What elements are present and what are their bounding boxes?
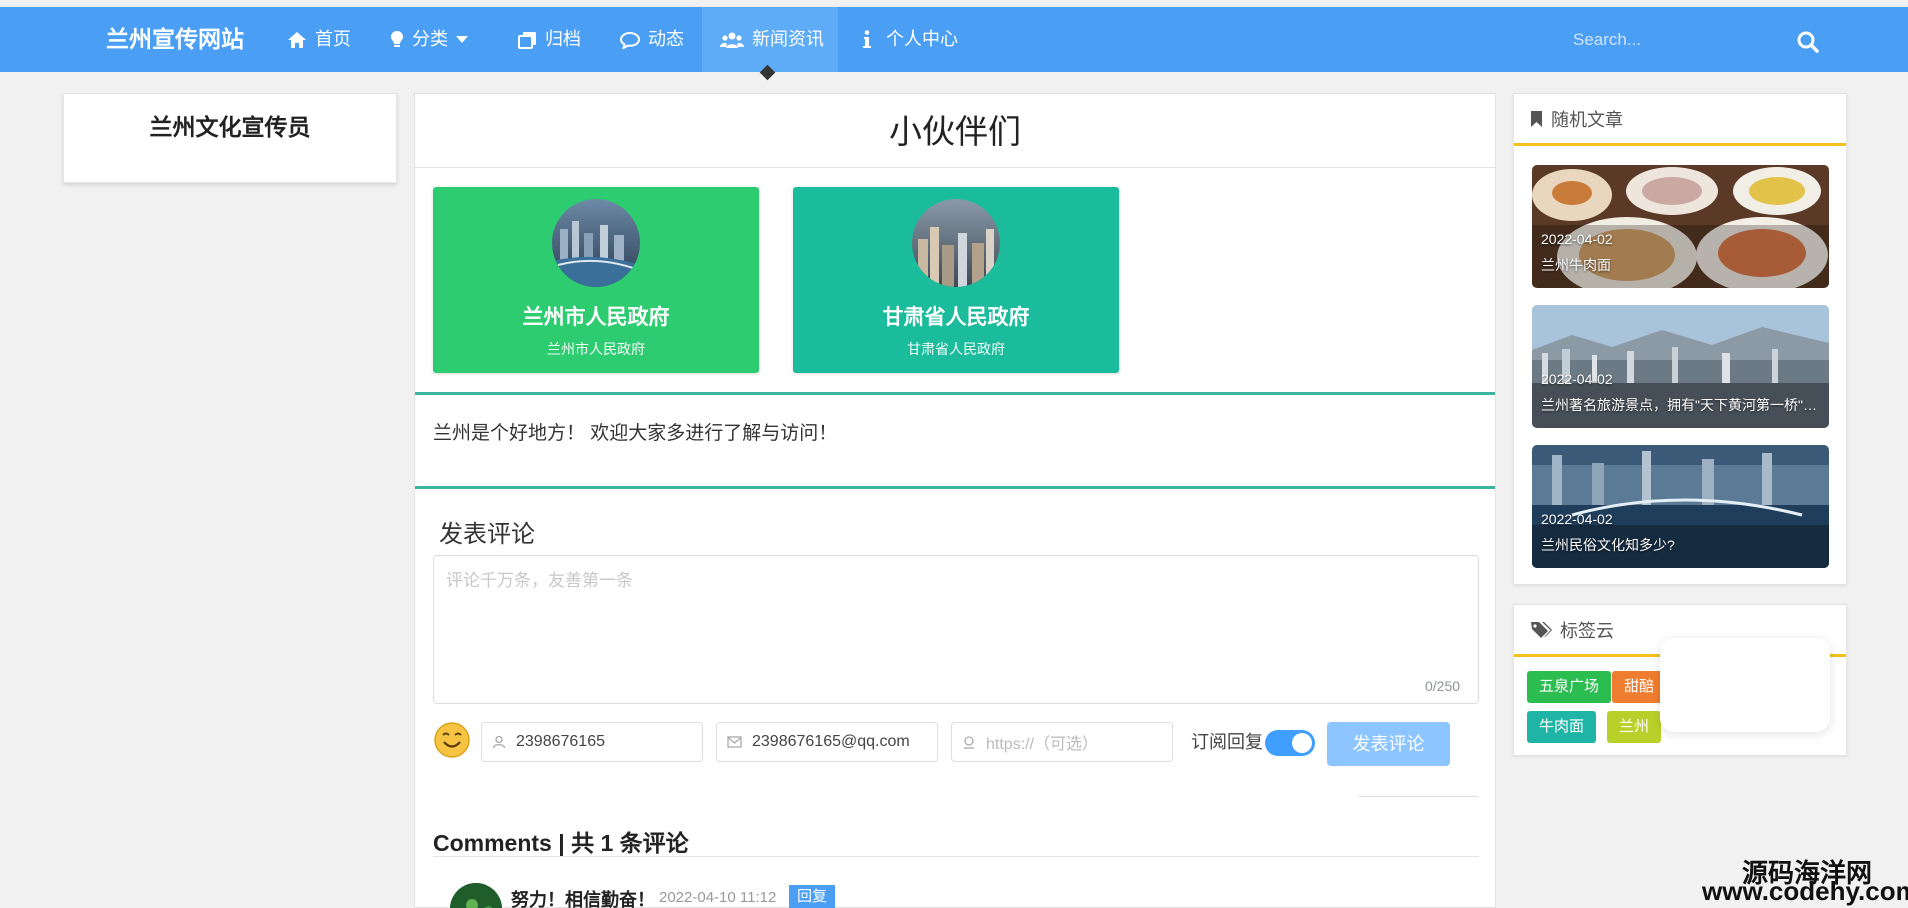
link-icon [964, 736, 974, 749]
author-card: 兰州文化宣传员 [63, 93, 397, 183]
subscribe-label: 订阅回复 [1191, 732, 1263, 752]
partner-logo [912, 199, 1000, 287]
article-date: 2022-04-02 [1541, 231, 1613, 247]
random-articles-header: 随机文章 [1514, 94, 1846, 146]
watermark-line2: www.codehy.com [1702, 876, 1908, 906]
partner-desc: 甘肃省人民政府 [907, 341, 1005, 357]
partner-card[interactable]: 兰州市人民政府 兰州市人民政府 [433, 187, 759, 373]
site-brand[interactable]: 兰州宣传网站 [106, 7, 244, 72]
tags-icon [1531, 621, 1552, 638]
page-title: 小伙伴们 [415, 94, 1495, 168]
main-content: 小伙伴们 兰州市人民政府 兰州市人民政府 甘肃省人民政府 甘肃省人民政府 兰州是… [414, 93, 1496, 908]
tag-item[interactable]: 牛肉面 [1527, 711, 1597, 743]
char-counter: 0/250 [1425, 678, 1461, 694]
submit-comment-button[interactable]: 发表评论 [1327, 722, 1450, 766]
search-input[interactable] [1560, 23, 1790, 57]
article-card[interactable]: 2022-04-02 兰州民俗文化知多少? [1532, 445, 1829, 568]
website-field[interactable]: https://（可选） [951, 722, 1173, 762]
comment-author: 努力！相信勤奋！ [511, 890, 655, 908]
comments-title: Comments | 共 1 条评论 [433, 830, 689, 856]
partner-name: 兰州市人民政府 [522, 306, 670, 329]
email-value: 2398676165@qq.com [752, 733, 910, 750]
nav-news-label: 新闻资讯 [752, 29, 824, 49]
nav-archive-label: 归档 [545, 29, 581, 49]
mail-icon [727, 736, 742, 748]
form-divider [1359, 796, 1478, 797]
nav-category[interactable]: 分类 [390, 7, 468, 72]
nav-activity[interactable]: 动态 [620, 7, 684, 72]
nav-profile-label: 个人中心 [886, 29, 958, 49]
nav-archive[interactable]: 归档 [518, 7, 581, 72]
tag-item[interactable]: 甜醅 [1612, 671, 1667, 703]
article-title: 兰州民俗文化知多少? [1541, 537, 1675, 553]
email-field[interactable]: 2398676165@qq.com [716, 722, 938, 762]
comment-textarea[interactable] [433, 555, 1479, 704]
random-articles-card: 随机文章 2022-04-02 兰州牛肉面 2022-04-02 兰州著名旅游景… [1513, 93, 1847, 585]
partner-name: 甘肃省人民政府 [882, 306, 1030, 329]
nav-category-label: 分类 [412, 29, 448, 49]
partner-card[interactable]: 甘肃省人民政府 甘肃省人民政府 [793, 187, 1119, 373]
partner-logo [552, 199, 640, 287]
lightbulb-icon [391, 31, 403, 47]
caret-down-icon [456, 35, 468, 43]
comment-date: 2022-04-10 11:12 [659, 889, 777, 906]
article-card[interactable]: 2022-04-02 兰州著名旅游景点，拥有"天下黄河第一桥"之称 [1532, 305, 1829, 428]
nav-activity-label: 动态 [648, 29, 684, 49]
article-date: 2022-04-02 [1541, 371, 1613, 387]
website-placeholder: https://（可选） [986, 736, 1099, 753]
bookmark-icon [1531, 110, 1542, 127]
nickname-value: 2398676165 [516, 733, 605, 750]
nav-home[interactable]: 首页 [287, 7, 351, 72]
partner-desc: 兰州市人民政府 [547, 341, 645, 357]
emoji-picker-icon[interactable] [433, 721, 471, 759]
tag-item[interactable]: 兰州 [1607, 711, 1662, 743]
nav-news[interactable]: 新闻资讯 [702, 7, 838, 72]
top-navbar: 兰州宣传网站 首页 分类 归档 动态 新闻资讯 个人中心 [0, 7, 1908, 72]
nav-home-label: 首页 [315, 29, 351, 49]
tag-cloud-title: 标签云 [1560, 620, 1614, 641]
archive-icon [518, 31, 536, 49]
article-title: 兰州著名旅游景点，拥有"天下黄河第一桥"之称 [1541, 397, 1823, 413]
user-icon [492, 735, 506, 749]
author-card-title: 兰州文化宣传员 [149, 114, 311, 140]
comments-divider [433, 856, 1479, 857]
nickname-field[interactable]: 2398676165 [481, 722, 703, 762]
section-divider [415, 486, 1495, 489]
toggle-knob [1292, 733, 1312, 753]
article-title: 兰州牛肉面 [1541, 257, 1611, 273]
comment-icon [620, 31, 640, 49]
article-card[interactable]: 2022-04-02 兰州牛肉面 [1532, 165, 1829, 288]
search-icon[interactable] [1795, 29, 1821, 55]
random-articles-title: 随机文章 [1551, 109, 1623, 130]
section-divider [415, 392, 1495, 395]
info-icon [863, 30, 871, 48]
comment-form-heading: 发表评论 [439, 521, 535, 548]
tag-item[interactable]: 五泉广场 [1527, 671, 1612, 703]
avatar[interactable] [450, 883, 502, 908]
reply-button[interactable]: 回复 [789, 885, 835, 908]
intro-text: 兰州是个好地方！ 欢迎大家多进行了解与访问！ [433, 423, 838, 444]
users-icon [720, 32, 744, 48]
nav-profile[interactable]: 个人中心 [862, 7, 958, 72]
floating-popup[interactable] [1660, 638, 1830, 732]
article-date: 2022-04-02 [1541, 511, 1613, 527]
subscribe-toggle[interactable] [1265, 730, 1315, 756]
home-icon [288, 31, 306, 48]
